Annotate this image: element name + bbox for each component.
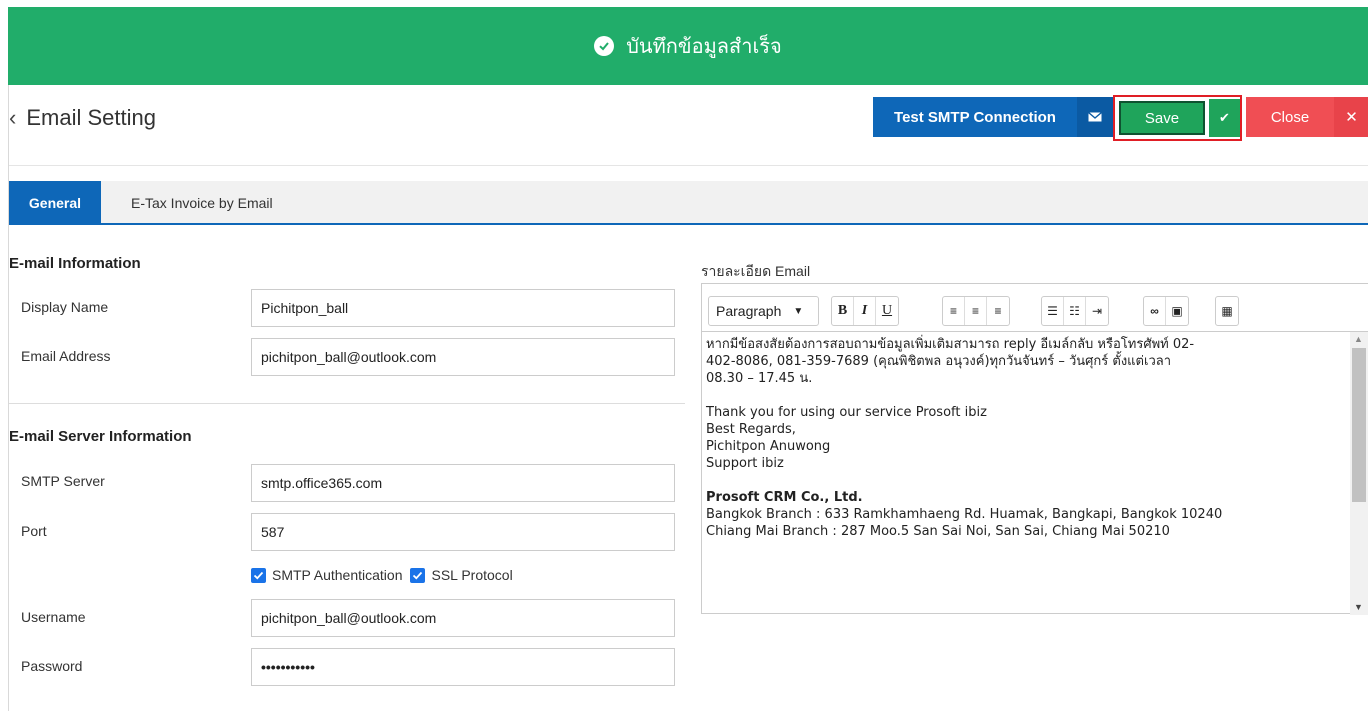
editor-content[interactable]: หากมีข้อสงสัยต้องการสอบถามข้อมูลเพิ่มเติ… [706,336,1322,540]
server-info-title: E-mail Server Information [9,428,192,445]
test-smtp-group: Test SMTP Connection [873,97,1113,137]
text-style-group: B I U [831,296,899,326]
align-center-icon[interactable]: ≡ [965,297,987,325]
password-label: Password [21,658,83,674]
back-link[interactable]: ‹ Email Setting [9,105,156,131]
ssl-protocol-checkbox[interactable] [410,567,426,583]
content-line: 08.30 – 17.45 น. [706,371,813,386]
indent-icon[interactable]: ⇥ [1086,297,1108,325]
scroll-down-icon[interactable]: ▼ [1354,602,1363,612]
envelope-icon[interactable] [1077,97,1113,137]
username-label: Username [21,609,86,625]
link-icon[interactable]: ∞ [1144,297,1166,325]
content-line: Chiang Mai Branch : 287 Moo.5 San Sai No… [706,524,1170,539]
ssl-protocol-label: SSL Protocol [431,567,513,583]
email-body-editor: Paragraph ▼ B I U ≡ ≡ ≡ ☰ ☷ ⇥ ∞ ▣ ▦ หากม… [701,283,1368,615]
image-icon[interactable]: ▣ [1166,297,1188,325]
success-message: บันทึกข้อมูลสำเร็จ [626,36,782,58]
close-button[interactable]: Close [1246,97,1334,137]
content-line: Best Regards, [706,422,796,437]
scroll-thumb[interactable] [1352,348,1366,502]
list-group: ☰ ☷ ⇥ [1041,296,1109,326]
format-select[interactable]: Paragraph ▼ [708,296,819,326]
check-circle-icon [594,36,615,56]
align-left-icon[interactable]: ≡ [943,297,965,325]
format-value: Paragraph [716,303,782,319]
underline-icon[interactable]: U [876,297,898,325]
insert-group: ∞ ▣ [1143,296,1189,326]
check-icon[interactable]: ✔ [1209,99,1240,137]
chevron-left-icon: ‹ [9,105,17,130]
content-line: Bangkok Branch : 633 Ramkhamhaeng Rd. Hu… [706,507,1223,522]
editor-scrollbar[interactable]: ▲ ▼ [1350,332,1368,615]
save-highlight: Save ✔ [1113,95,1242,141]
email-address-label: Email Address [21,348,111,364]
username-input[interactable]: pichitpon_ball@outlook.com [251,599,675,637]
italic-icon[interactable]: I [854,297,876,325]
email-detail-label: รายละเอียด Email [701,263,811,279]
align-right-icon[interactable]: ≡ [987,297,1009,325]
success-banner: บันทึกข้อมูลสำเร็จ [8,7,1368,85]
display-name-label: Display Name [21,299,109,315]
smtp-server-label: SMTP Server [21,473,105,489]
save-button[interactable]: Save [1119,101,1205,135]
smtp-auth-label: SMTP Authentication [272,567,403,583]
divider [9,403,685,404]
smtp-auth-checkbox[interactable] [251,567,266,583]
auth-options: SMTP Authentication SSL Protocol [251,567,513,583]
close-icon[interactable]: ✕ [1334,97,1368,137]
content-line: 402-8086, 081-359-7689 (คุณพิชิตพล อนุวง… [706,354,1172,369]
email-address-input[interactable]: pichitpon_ball@outlook.com [251,338,675,376]
page-title: Email Setting [26,105,156,130]
test-smtp-button[interactable]: Test SMTP Connection [873,97,1077,137]
bold-icon[interactable]: B [832,297,854,325]
port-input[interactable]: 587 [251,513,675,551]
email-info-title: E-mail Information [9,255,141,272]
caret-down-icon: ▼ [793,305,804,317]
table-icon[interactable]: ▦ [1216,297,1238,325]
tab-etax-invoice[interactable]: E-Tax Invoice by Email [131,181,273,225]
numbered-list-icon[interactable]: ☷ [1064,297,1086,325]
bullet-list-icon[interactable]: ☰ [1042,297,1064,325]
table-group: ▦ [1215,296,1239,326]
tab-general[interactable]: General [9,181,101,225]
align-group: ≡ ≡ ≡ [942,296,1010,326]
content-line: Thank you for using our service Prosoft … [706,405,987,420]
close-group: Close ✕ [1246,97,1368,137]
password-input[interactable]: ••••••••••• [251,648,675,686]
port-label: Port [21,523,47,539]
smtp-server-input[interactable]: smtp.office365.com [251,464,675,502]
content-line: Support ibiz [706,456,784,471]
company-name: Prosoft CRM Co., Ltd. [706,490,863,505]
scroll-up-icon[interactable]: ▲ [1354,334,1363,344]
email-setting-panel: ‹ Email Setting Test SMTP Connection Sav… [8,85,1368,711]
tab-bar: General E-Tax Invoice by Email [9,181,1368,225]
content-line: หากมีข้อสงสัยต้องการสอบถามข้อมูลเพิ่มเติ… [706,337,1195,352]
editor-toolbar: Paragraph ▼ B I U ≡ ≡ ≡ ☰ ☷ ⇥ ∞ ▣ ▦ [702,284,1368,332]
display-name-input[interactable]: Pichitpon_ball [251,289,675,327]
content-line: Pichitpon Anuwong [706,439,831,454]
page-header: ‹ Email Setting Test SMTP Connection Sav… [9,85,1368,166]
